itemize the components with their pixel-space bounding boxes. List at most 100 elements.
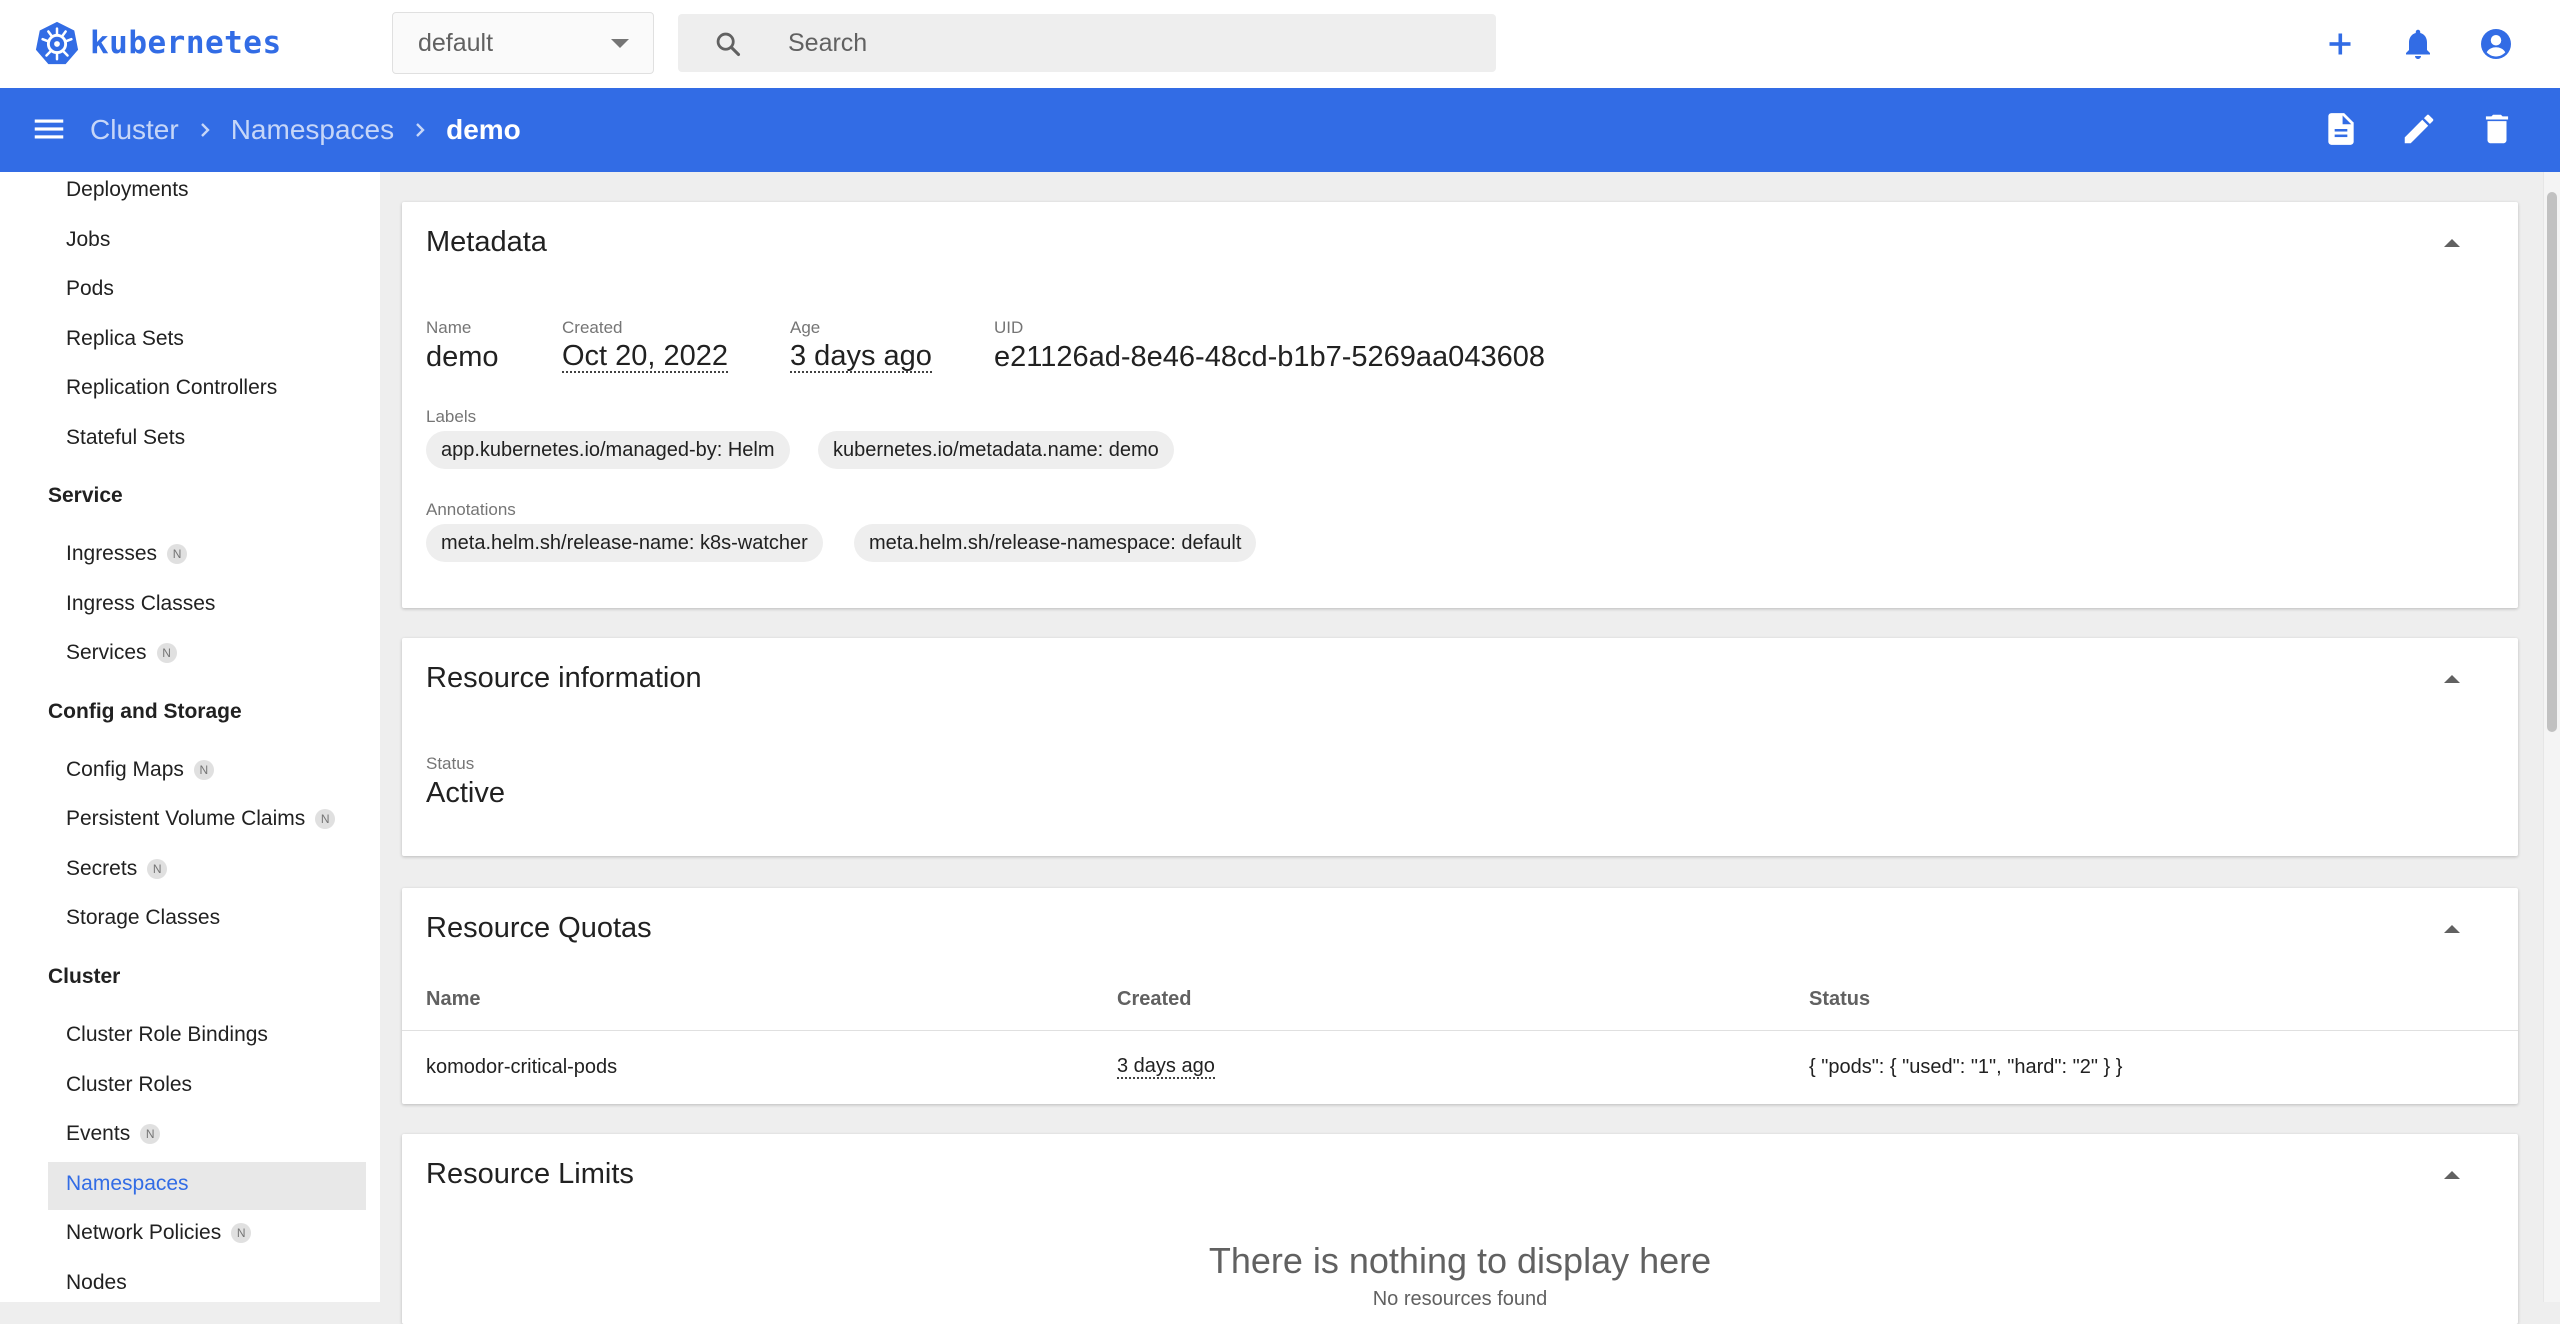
breadcrumb-current: demo: [446, 114, 521, 145]
pencil-icon: [2404, 114, 2434, 144]
sidebar: Deployments Jobs Pods Replica Sets Repli…: [0, 172, 380, 1302]
column-header-status[interactable]: Status: [1809, 988, 1870, 1011]
card-title: Resource Quotas: [426, 912, 652, 944]
divider: [402, 1030, 2518, 1031]
sidebar-item-nodes[interactable]: Nodes: [66, 1271, 127, 1295]
age-label: Age: [790, 318, 821, 337]
sidebar-header-cluster[interactable]: Cluster: [48, 965, 120, 989]
bell-icon: [2406, 29, 2430, 59]
sidebar-item-storage-classes[interactable]: Storage Classes: [66, 906, 220, 930]
sidebar-item-deployments[interactable]: Deployments: [66, 178, 189, 202]
sidebar-item-ingresses[interactable]: Ingresses N: [66, 542, 188, 566]
sidebar-item-replica-sets[interactable]: Replica Sets: [66, 327, 184, 351]
quota-name[interactable]: komodor-critical-pods: [426, 1056, 617, 1079]
sidebar-item-cluster-roles[interactable]: Cluster Roles: [66, 1073, 192, 1097]
create-button[interactable]: [2320, 24, 2360, 64]
namespaced-badge: N: [140, 1124, 161, 1144]
resource-quotas-card: Resource Quotas Name Created Status komo…: [402, 888, 2518, 1104]
sidebar-item-label: Storage Classes: [66, 906, 221, 929]
account-button[interactable]: [2476, 24, 2516, 64]
name-value: demo: [426, 341, 499, 373]
namespaced-badge: N: [167, 544, 188, 564]
created-label: Created: [562, 318, 623, 337]
trash-icon: [2485, 114, 2509, 144]
empty-state-subtitle: No resources found: [1372, 1288, 1548, 1310]
hamburger-menu-icon: [34, 119, 64, 139]
edit-button[interactable]: [2400, 110, 2440, 150]
view-yaml-button[interactable]: [2322, 110, 2362, 150]
breadcrumb: Cluster Namespaces demo: [90, 88, 521, 172]
sidebar-item-jobs[interactable]: Jobs: [66, 228, 110, 252]
breadcrumb-cluster[interactable]: Cluster: [90, 114, 179, 146]
menu-button[interactable]: [30, 110, 68, 148]
sidebar-item-namespaces[interactable]: Namespaces: [66, 1172, 189, 1196]
scrollbar[interactable]: [2543, 172, 2560, 1302]
column-header-created[interactable]: Created: [1117, 988, 1191, 1011]
collapse-icon[interactable]: [2444, 925, 2460, 933]
sidebar-item-label: Services: [66, 641, 147, 664]
sidebar-item-replication-controllers[interactable]: Replication Controllers: [66, 376, 277, 400]
annotation-chip: meta.helm.sh/release-name: k8s-watcher: [426, 524, 823, 562]
sidebar-item-cluster-role-bindings[interactable]: Cluster Role Bindings: [66, 1023, 268, 1047]
sidebar-header-service[interactable]: Service: [48, 484, 123, 508]
sidebar-item-pods[interactable]: Pods: [66, 277, 114, 301]
sidebar-header-config-storage[interactable]: Config and Storage: [48, 700, 242, 724]
collapse-icon[interactable]: [2444, 675, 2460, 683]
sidebar-item-events[interactable]: Events N: [66, 1122, 161, 1146]
metadata-card: Metadata Name demo Created Oct 20, 2022 …: [402, 202, 2518, 608]
plus-icon: [2329, 33, 2351, 55]
scrollbar-thumb[interactable]: [2547, 192, 2557, 732]
sidebar-item-label: Deployments: [66, 178, 189, 201]
namespaced-badge: N: [193, 760, 214, 780]
column-header-name[interactable]: Name: [426, 988, 480, 1011]
sidebar-item-network-policies[interactable]: Network Policies N: [66, 1221, 252, 1245]
sidebar-item-ingress-classes[interactable]: Ingress Classes: [66, 592, 215, 616]
sidebar-item-label: Persistent Volume Claims: [66, 807, 306, 830]
app-name: kubernetes: [90, 25, 282, 61]
resource-information-card: Resource information Status Active: [402, 638, 2518, 856]
sidebar-item-label: Ingresses: [66, 542, 158, 565]
sidebar-item-label: Nodes: [66, 1271, 127, 1294]
annotation-chip: meta.helm.sh/release-namespace: default: [854, 524, 1257, 562]
kubernetes-helm-icon: [35, 21, 79, 65]
search-icon: [716, 32, 741, 57]
breadcrumb-namespaces[interactable]: Namespaces: [231, 114, 394, 146]
account-circle-icon: [2481, 29, 2511, 59]
card-title: Metadata: [426, 226, 547, 258]
sidebar-item-config-maps[interactable]: Config Maps N: [66, 758, 214, 782]
search-placeholder: Search: [788, 29, 868, 57]
document-icon: [2328, 113, 2354, 145]
name-label: Name: [426, 318, 472, 337]
resource-limits-card: Resource Limits There is nothing to disp…: [402, 1134, 2518, 1324]
namespaced-badge: N: [231, 1223, 252, 1243]
collapse-icon[interactable]: [2444, 1171, 2460, 1179]
chevron-down-icon: [611, 39, 629, 48]
status-value: Active: [426, 777, 505, 809]
top-bar: kubernetes default Search: [0, 0, 2560, 88]
sidebar-item-label: Events: [66, 1122, 131, 1145]
sidebar-item-secrets[interactable]: Secrets N: [66, 857, 168, 881]
action-bar: Cluster Namespaces demo: [0, 88, 2560, 172]
delete-button[interactable]: [2478, 110, 2518, 150]
notifications-button[interactable]: [2398, 24, 2438, 64]
label-chip: kubernetes.io/metadata.name: demo: [818, 431, 1174, 469]
sidebar-item-label: Secrets: [66, 857, 138, 880]
kubernetes-logo[interactable]: kubernetes: [34, 20, 282, 66]
created-value: Oct 20, 2022: [562, 340, 729, 374]
sidebar-item-label: Pods: [66, 277, 114, 300]
sidebar-item-stateful-sets[interactable]: Stateful Sets: [66, 426, 185, 450]
sidebar-item-label: Config Maps: [66, 758, 184, 781]
sidebar-item-label: Namespaces: [66, 1172, 189, 1195]
sidebar-item-persistent-volume-claims[interactable]: Persistent Volume Claims N: [66, 807, 336, 831]
namespaced-badge: N: [315, 809, 336, 829]
search-input[interactable]: Search: [678, 14, 1496, 72]
status-label: Status: [426, 754, 475, 773]
namespaced-badge: N: [156, 643, 177, 663]
sidebar-item-label: Stateful Sets: [66, 426, 186, 449]
sidebar-item-label: Cluster Role Bindings: [66, 1023, 268, 1046]
sidebar-item-services[interactable]: Services N: [66, 641, 177, 665]
namespace-selector[interactable]: default: [392, 12, 654, 74]
sidebar-item-label: Jobs: [66, 228, 111, 251]
collapse-icon[interactable]: [2444, 239, 2460, 247]
chevron-right-icon: [193, 118, 217, 142]
